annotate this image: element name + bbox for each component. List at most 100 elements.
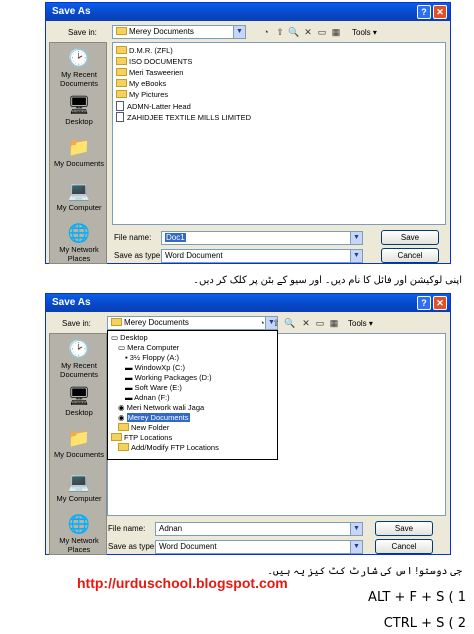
chevron-down-icon[interactable]: ▼	[350, 541, 362, 553]
shortcut-caption: جی دوستو! اس کی شارٹ کٹ کیز یہ ہیں۔	[267, 566, 462, 577]
chevron-down-icon[interactable]: ▼	[350, 250, 362, 262]
list-item[interactable]: ISO DOCUMENTS	[116, 57, 192, 67]
desktop-icon: 🖥	[67, 386, 91, 406]
list-item[interactable]: My eBooks	[116, 79, 166, 89]
views-icon[interactable]: ▦	[330, 26, 342, 38]
tools-menu[interactable]: Tools ▾	[348, 319, 373, 328]
network-icon: ◉	[118, 403, 127, 412]
list-item[interactable]: New Folder	[118, 423, 169, 433]
cancel-button[interactable]: Cancel	[381, 248, 439, 263]
list-item[interactable]: D.M.R. (ZFL)	[116, 46, 173, 56]
file-name-input[interactable]: Adnan ▼	[155, 522, 363, 536]
views-icon[interactable]: ▦	[328, 317, 340, 329]
place-desktop[interactable]: 🖥 Desktop	[50, 386, 108, 417]
list-item[interactable]: ADMN-Latter Head	[116, 101, 191, 112]
place-my-computer[interactable]: 💻 My Computer	[50, 472, 108, 503]
chevron-down-icon[interactable]: ▼	[350, 523, 362, 535]
save-button[interactable]: Save	[381, 230, 439, 245]
list-item[interactable]: ▭ Mera Computer	[118, 343, 179, 353]
my-computer-icon: 💻	[67, 181, 91, 201]
documents-icon: ◉	[118, 413, 127, 422]
list-item[interactable]: My Pictures	[116, 90, 168, 100]
dialog-title: Save As	[52, 297, 91, 308]
save-button[interactable]: Save	[375, 521, 433, 536]
place-my-network-places[interactable]: 🌐 My Network Places	[50, 514, 108, 554]
save-as-type-label: Save as type:	[108, 542, 157, 551]
place-desktop[interactable]: 🖥 Desktop	[50, 95, 108, 126]
save-in-dropdown-list[interactable]: ▭ Desktop ▭ Mera Computer ▪ 3½ Floppy (A…	[107, 330, 278, 460]
list-item[interactable]: ▬ WindowXp (C:)	[125, 363, 185, 373]
up-folder-icon[interactable]: ⇧	[270, 317, 282, 329]
delete-icon[interactable]: ✕	[302, 26, 314, 38]
recent-documents-icon: 🕑	[67, 48, 91, 68]
list-item[interactable]: FTP Locations	[111, 433, 172, 443]
save-as-type-select[interactable]: Word Document ▼	[161, 249, 363, 263]
new-folder-icon[interactable]: ▭	[316, 26, 328, 38]
folder-icon	[116, 57, 127, 65]
list-item[interactable]: ZAHIDJEE TEXTILE MILLS LIMITED	[116, 112, 251, 123]
list-item[interactable]: ▬ Soft Ware (E:)	[125, 383, 182, 393]
folder-icon	[116, 27, 127, 35]
shortcut-1: ALT + F + S ( 1	[368, 590, 466, 605]
list-item[interactable]: ▪ 3½ Floppy (A:)	[125, 353, 179, 363]
place-my-computer[interactable]: 💻 My Computer	[50, 181, 108, 212]
list-item[interactable]: Add/Modify FTP Locations	[118, 443, 219, 453]
place-my-recent-documents[interactable]: 🕑 My Recent Documents	[50, 48, 108, 88]
file-list[interactable]: D.M.R. (ZFL) ISO DOCUMENTS Meri Tasweeri…	[112, 42, 446, 225]
list-item[interactable]: ◉ Meri Network wali Jaga	[118, 403, 204, 413]
folder-icon	[116, 68, 127, 76]
drive-icon: ▬	[125, 363, 135, 372]
save-in-label: Save in:	[62, 319, 91, 328]
close-button[interactable]: ✕	[433, 296, 447, 310]
save-in-dropdown[interactable]: Merey Documents ▼	[112, 25, 246, 39]
cancel-button[interactable]: Cancel	[375, 539, 433, 554]
tools-menu[interactable]: Tools ▾	[352, 28, 377, 37]
back-icon[interactable]: ◔	[260, 26, 272, 38]
help-button[interactable]: ?	[417, 5, 431, 19]
save-in-value: Merey Documents	[124, 318, 189, 327]
list-item[interactable]: Meri Tasweerien	[116, 68, 183, 78]
save-as-dialog-2: Save As ? ✕ Save in: Merey Documents ▼ ◔…	[45, 293, 451, 555]
list-item[interactable]: ▬ Adnan (F:)	[125, 393, 170, 403]
place-my-documents[interactable]: 📁 My Documents	[50, 428, 108, 459]
chevron-down-icon[interactable]: ▼	[233, 26, 245, 38]
new-folder-icon[interactable]: ▭	[314, 317, 326, 329]
folder-icon	[118, 423, 129, 431]
place-my-documents[interactable]: 📁 My Documents	[50, 137, 108, 168]
save-in-label: Save in:	[68, 28, 97, 37]
folder-icon	[111, 433, 122, 441]
save-as-type-select[interactable]: Word Document ▼	[155, 540, 363, 554]
file-name-input[interactable]: Doc1 ▼	[161, 231, 363, 245]
save-in-value: Merey Documents	[129, 27, 194, 36]
close-button[interactable]: ✕	[433, 5, 447, 19]
dialog-title-bar: Save As ? ✕	[46, 294, 450, 312]
save-in-dropdown[interactable]: Merey Documents ▼	[107, 316, 278, 330]
up-folder-icon[interactable]: ⇧	[274, 26, 286, 38]
folder-icon	[116, 46, 127, 54]
desktop-icon: ▭	[111, 333, 121, 342]
my-documents-icon: 📁	[67, 428, 91, 448]
document-icon	[116, 101, 124, 111]
back-icon[interactable]: ◔	[256, 317, 268, 329]
blog-url[interactable]: http://urduschool.blogspot.com	[77, 575, 288, 591]
search-web-icon[interactable]: 🔍	[288, 26, 300, 38]
folder-icon	[116, 79, 127, 87]
list-item-selected[interactable]: ◉ Merey Documents	[118, 413, 190, 423]
instruction-caption: اپنی لوکیشن اور فائل کا نام دیں۔ اور سیو…	[193, 275, 462, 286]
my-computer-icon: 💻	[67, 472, 91, 492]
search-web-icon[interactable]: 🔍	[284, 317, 296, 329]
chevron-down-icon[interactable]: ▼	[350, 232, 362, 244]
list-item[interactable]: ▭ Desktop	[111, 333, 148, 343]
recent-documents-icon: 🕑	[67, 339, 91, 359]
place-my-network-places[interactable]: 🌐 My Network Places	[50, 223, 108, 263]
help-button[interactable]: ?	[417, 296, 431, 310]
places-bar: 🕑 My Recent Documents 🖥 Desktop 📁 My Docume…	[49, 333, 107, 555]
my-documents-icon: 📁	[67, 137, 91, 157]
dialog-title: Save As	[52, 6, 91, 17]
folder-icon	[116, 90, 127, 98]
computer-icon: ▭	[118, 343, 128, 352]
document-icon	[116, 112, 124, 122]
place-my-recent-documents[interactable]: 🕑 My Recent Documents	[50, 339, 108, 379]
delete-icon[interactable]: ✕	[300, 317, 312, 329]
list-item[interactable]: ▬ Working Packages (D:)	[125, 373, 212, 383]
